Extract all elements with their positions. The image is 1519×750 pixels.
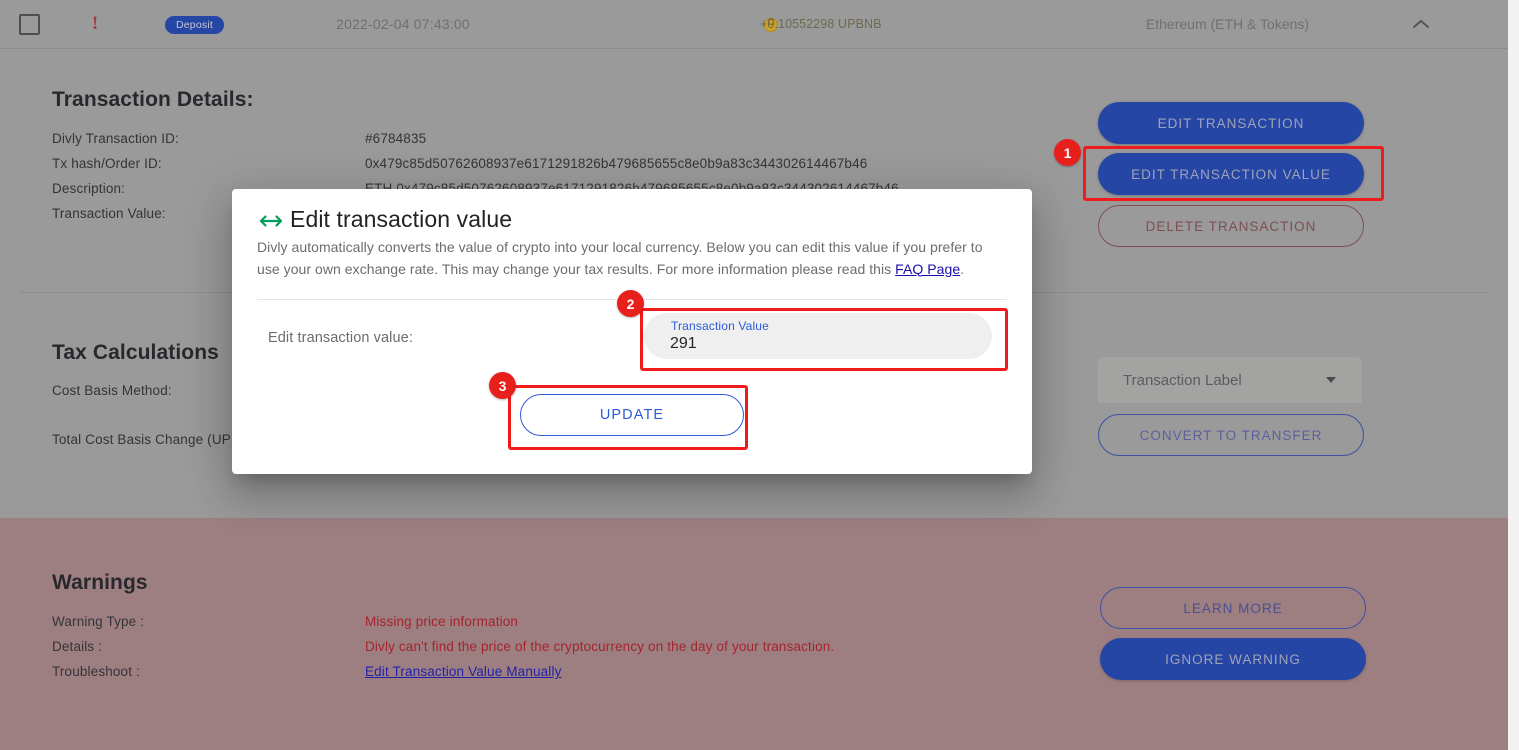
warnings-title: Warnings — [52, 571, 148, 594]
dialog-title: Edit transaction value — [290, 206, 513, 232]
chevron-up-icon[interactable] — [1412, 17, 1430, 29]
transaction-chain: Ethereum (ETH & Tokens) — [1145, 16, 1310, 32]
transaction-value-input[interactable]: Transaction Value 291 — [644, 313, 992, 359]
page-scrollbar-gutter[interactable] — [1508, 0, 1519, 750]
transaction-value-input-value[interactable]: 291 — [670, 335, 697, 353]
edit-transaction-value-manually-link[interactable]: Edit Transaction Value Manually — [365, 664, 562, 679]
detail-label-transaction-value: Transaction Value: — [52, 206, 166, 221]
convert-to-transfer-button[interactable]: CONVERT TO TRANSFER — [1098, 414, 1364, 456]
warning-exclamation-icon: ! — [91, 13, 99, 34]
app-root: ! Deposit 2022-02-04 07:43:00 +0.1055229… — [0, 0, 1519, 750]
annotation-badge-3: 3 — [489, 372, 516, 399]
warning-value-type: Missing price information — [365, 614, 519, 629]
transaction-type-badge: Deposit — [165, 16, 224, 34]
transaction-label-select-value: Transaction Label — [1123, 371, 1242, 389]
delete-transaction-button[interactable]: DELETE TRANSACTION — [1098, 205, 1364, 247]
annotation-badge-1: 1 — [1054, 139, 1081, 166]
transaction-datetime: 2022-02-04 07:43:00 — [336, 16, 470, 32]
edit-transaction-value-button[interactable]: EDIT TRANSACTION VALUE — [1098, 153, 1364, 195]
detail-label-hash: Tx hash/Order ID: — [52, 156, 162, 171]
edit-transaction-button[interactable]: EDIT TRANSACTION — [1098, 102, 1364, 144]
dialog-description-text-1: Divly automatically converts the value o… — [257, 239, 983, 277]
faq-page-link[interactable]: FAQ Page — [895, 261, 960, 277]
detail-label-txid: Divly Transaction ID: — [52, 131, 179, 146]
edit-transaction-value-dialog: Edit transaction value Divly automatical… — [232, 189, 1032, 474]
transaction-details-title: Transaction Details: — [52, 88, 254, 111]
chevron-down-icon — [1326, 377, 1336, 383]
tax-label-cost-basis-method: Cost Basis Method: — [52, 383, 172, 398]
edit-transaction-value-caption: Edit transaction value: — [268, 330, 413, 346]
detail-label-description: Description: — [52, 181, 126, 196]
detail-value-hash: 0x479c85d50762608937e6171291826b47968565… — [365, 156, 868, 171]
horizontal-arrows-icon — [258, 210, 284, 232]
warning-label-troubleshoot: Troubleshoot : — [52, 664, 140, 679]
tax-calculations-title: Tax Calculations — [52, 341, 219, 364]
transaction-value-input-label: Transaction Value — [671, 319, 769, 333]
warning-label-type: Warning Type : — [52, 614, 145, 629]
warning-label-details: Details : — [52, 639, 103, 654]
detail-value-txid: #6784835 — [365, 131, 427, 146]
update-button[interactable]: UPDATE — [520, 394, 744, 436]
warnings-panel: Warnings Warning Type : Missing price in… — [0, 518, 1508, 750]
learn-more-button[interactable]: LEARN MORE — [1100, 587, 1366, 629]
dialog-description: Divly automatically converts the value o… — [257, 237, 999, 280]
transaction-summary-row[interactable]: ! Deposit 2022-02-04 07:43:00 +0.1055229… — [0, 0, 1508, 49]
warning-value-details: Divly can't find the price of the crypto… — [365, 639, 835, 654]
dialog-description-text-2: . — [960, 260, 965, 277]
transaction-amount: +0.10552298 UPBNB — [760, 17, 882, 31]
transaction-label-select[interactable]: Transaction Label — [1098, 357, 1362, 403]
ignore-warning-button[interactable]: IGNORE WARNING — [1100, 638, 1366, 680]
tax-label-total-cost-basis-change: Total Cost Basis Change (UP — [52, 432, 231, 447]
row-select-checkbox[interactable] — [19, 14, 40, 35]
annotation-badge-2: 2 — [617, 290, 644, 317]
